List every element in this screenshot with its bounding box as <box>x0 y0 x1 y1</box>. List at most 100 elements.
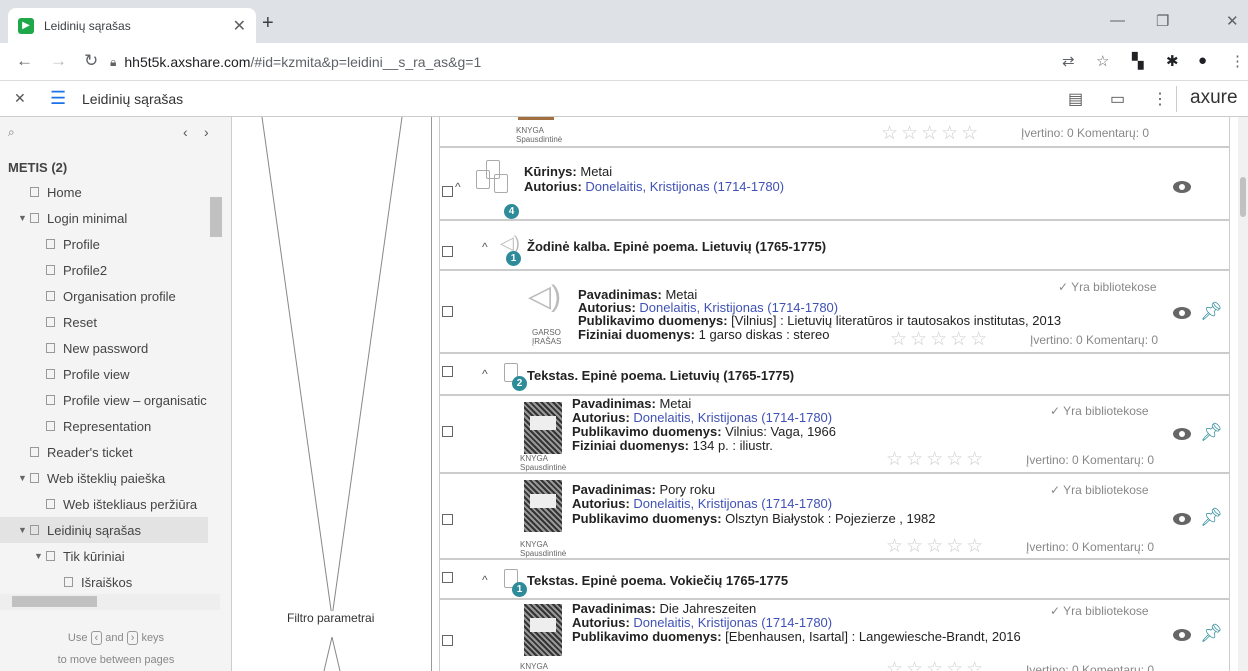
sidebar-page-item[interactable]: Reset <box>0 309 208 335</box>
collapse-chevron-icon[interactable]: ^ <box>482 367 488 381</box>
audio-icon: ◁) <box>528 280 562 313</box>
group-header: ^ ◁) 1 Žodinė kalba. Epinė poema. Lietuv… <box>439 220 1230 270</box>
rating-stars[interactable]: ☆☆☆☆☆ <box>886 535 986 558</box>
notes-icon[interactable]: ▤ <box>1068 89 1083 109</box>
restore-icon[interactable]: ❐ <box>1156 12 1169 30</box>
pin-icon[interactable]: 📌︎ <box>1200 301 1223 322</box>
checkbox[interactable] <box>442 366 453 377</box>
group-title: Tekstas. Epinė poema. Lietuvių (1765-177… <box>527 368 795 383</box>
page-icon <box>30 525 39 535</box>
rating-stars[interactable]: ☆☆☆☆☆ <box>886 448 986 471</box>
expand-triangle-icon[interactable]: ▼ <box>18 525 30 535</box>
book-cover <box>524 604 562 656</box>
star-bookmark-icon[interactable]: ☆ <box>1096 52 1109 70</box>
puzzle-icon[interactable]: ✱ <box>1166 52 1179 70</box>
sidebar-scrollbar[interactable] <box>210 197 222 237</box>
checkbox[interactable] <box>442 514 453 525</box>
pin-icon[interactable]: 📌︎ <box>1200 507 1223 528</box>
extension-icon[interactable]: ▚ <box>1132 52 1144 70</box>
collapse-close-icon[interactable]: ✕ <box>14 90 26 107</box>
menu-kebab-icon[interactable]: ⋮ <box>1230 52 1245 70</box>
more-icon[interactable]: ⋮ <box>1152 89 1168 109</box>
page-icon <box>30 447 39 457</box>
reload-icon[interactable]: ↻ <box>84 51 98 71</box>
view-eye-icon[interactable] <box>1173 629 1191 641</box>
sidebar-page-item[interactable]: ▼ Web išteklių paieška <box>0 465 208 491</box>
pin-icon[interactable]: 📌︎ <box>1200 623 1223 644</box>
view-eye-icon[interactable] <box>1173 428 1191 440</box>
checkbox[interactable] <box>442 306 453 317</box>
checkbox[interactable] <box>442 426 453 437</box>
view-eye-icon[interactable] <box>1173 181 1191 193</box>
view-eye-icon[interactable] <box>1173 513 1191 525</box>
search-icon[interactable]: ⌕ <box>8 125 15 140</box>
sidebar-page-item[interactable]: ▼ Tik kūriniai <box>0 543 208 569</box>
rating-stars[interactable]: ☆☆☆☆☆ <box>890 328 990 351</box>
collapse-chevron-icon[interactable]: ^ <box>455 180 461 194</box>
result-row: KNYGA Pavadinimas: Die Jahreszeiten Auto… <box>439 599 1230 671</box>
checkbox[interactable] <box>442 572 453 583</box>
sidebar-page-item[interactable]: Home <box>0 179 208 205</box>
type-label: KNYGA <box>520 662 549 671</box>
pin-icon[interactable]: 📌︎ <box>1200 422 1223 443</box>
sidebar-page-item[interactable]: Profile <box>0 231 208 257</box>
expand-triangle-icon[interactable]: ▼ <box>18 213 30 223</box>
axure-favicon-icon: ▶ <box>18 17 34 34</box>
divider <box>1176 86 1177 112</box>
result-row: KNYGA Spausdintinė Pavadinimas: Pory roku… <box>439 473 1230 559</box>
page-scrollbar[interactable] <box>1238 117 1248 671</box>
placeholder-cross <box>261 117 403 671</box>
expand-triangle-icon[interactable]: ▼ <box>34 551 46 561</box>
sidebar-page-item[interactable]: ▼ Leidinių sąrašas <box>0 517 208 543</box>
comments-icon[interactable]: ▭ <box>1110 89 1125 109</box>
collapse-chevron-icon[interactable]: ^ <box>482 240 488 254</box>
sidebar-page-item[interactable]: Profile2 <box>0 257 208 283</box>
checkbox[interactable] <box>442 635 453 646</box>
new-tab-icon[interactable]: + <box>262 12 274 35</box>
lock-icon: 🔒︎ <box>110 54 117 69</box>
url-field[interactable]: 🔒︎ hh5t5k.axshare.com/#id=kzmita&p=leidi… <box>110 48 1110 76</box>
sidebar-page-item[interactable]: Reader's ticket <box>0 439 208 465</box>
prev-page-icon[interactable]: ‹ <box>183 124 188 140</box>
sidebar-page-item[interactable]: ▼ Login minimal <box>0 205 208 231</box>
sidebar-page-item[interactable]: Organisation profile <box>0 283 208 309</box>
profile-icon[interactable]: ● <box>1198 52 1207 69</box>
page-icon <box>46 395 55 405</box>
sidebar-page-label: Representation <box>63 418 152 434</box>
sidebar-page-item[interactable]: Representation <box>0 413 208 439</box>
back-icon[interactable]: ← <box>16 51 33 71</box>
work-row: ^ 4 Kūrinys: Metai Autorius: Donelaitis,… <box>439 147 1230 220</box>
browser-tab[interactable]: ▶ Leidinių sąrašas ✕ <box>8 8 256 43</box>
expand-triangle-icon[interactable]: ▼ <box>18 473 30 483</box>
checkbox[interactable] <box>442 186 453 197</box>
sidebar-page-label: Profile2 <box>63 262 108 278</box>
collapse-chevron-icon[interactable]: ^ <box>482 573 488 587</box>
minimize-icon[interactable]: — <box>1110 12 1125 29</box>
page-icon <box>30 187 39 197</box>
sidebar-page-label: Profile <box>63 236 100 252</box>
availability: ✓ Yra bibliotekose <box>1050 604 1149 618</box>
sidebar-page-item[interactable]: New password <box>0 335 208 361</box>
rating-text: Įvertino: 0 Komentarų: 0 <box>1026 663 1155 671</box>
rating-stars[interactable]: ☆☆☆☆☆ <box>886 658 986 671</box>
horizontal-scrollbar[interactable] <box>0 594 220 610</box>
sidebar-page-item[interactable]: Profile view <box>0 361 208 387</box>
book-cover <box>524 480 562 532</box>
sitemap-menu-icon[interactable]: ☰ <box>50 89 66 107</box>
forward-icon[interactable]: → <box>50 51 67 71</box>
sidebar-page-label: Web išteklių paieška <box>47 470 166 486</box>
rating-text: Įvertino: 0 Komentarų: 0 <box>1021 126 1150 140</box>
close-tab-icon[interactable]: ✕ <box>233 16 246 36</box>
next-page-icon[interactable]: › <box>204 124 209 140</box>
checkbox[interactable] <box>442 246 453 257</box>
window-close-icon[interactable]: ✕ <box>1226 12 1239 30</box>
sidebar-page-label: New password <box>63 340 149 356</box>
translate-icon[interactable]: ⇄ <box>1062 52 1075 70</box>
view-eye-icon[interactable] <box>1173 307 1191 319</box>
sidebar-page-item[interactable]: Web ištekliaus peržiūra <box>0 491 208 517</box>
sidebar-page-item[interactable]: Profile view – organisatic <box>0 387 208 413</box>
rating-stars[interactable]: ☆☆☆☆☆ <box>881 122 981 145</box>
axure-logo: axure <box>1190 87 1238 108</box>
book-cover <box>518 117 554 120</box>
sidebar-page-item[interactable]: Išraiškos <box>0 569 208 595</box>
